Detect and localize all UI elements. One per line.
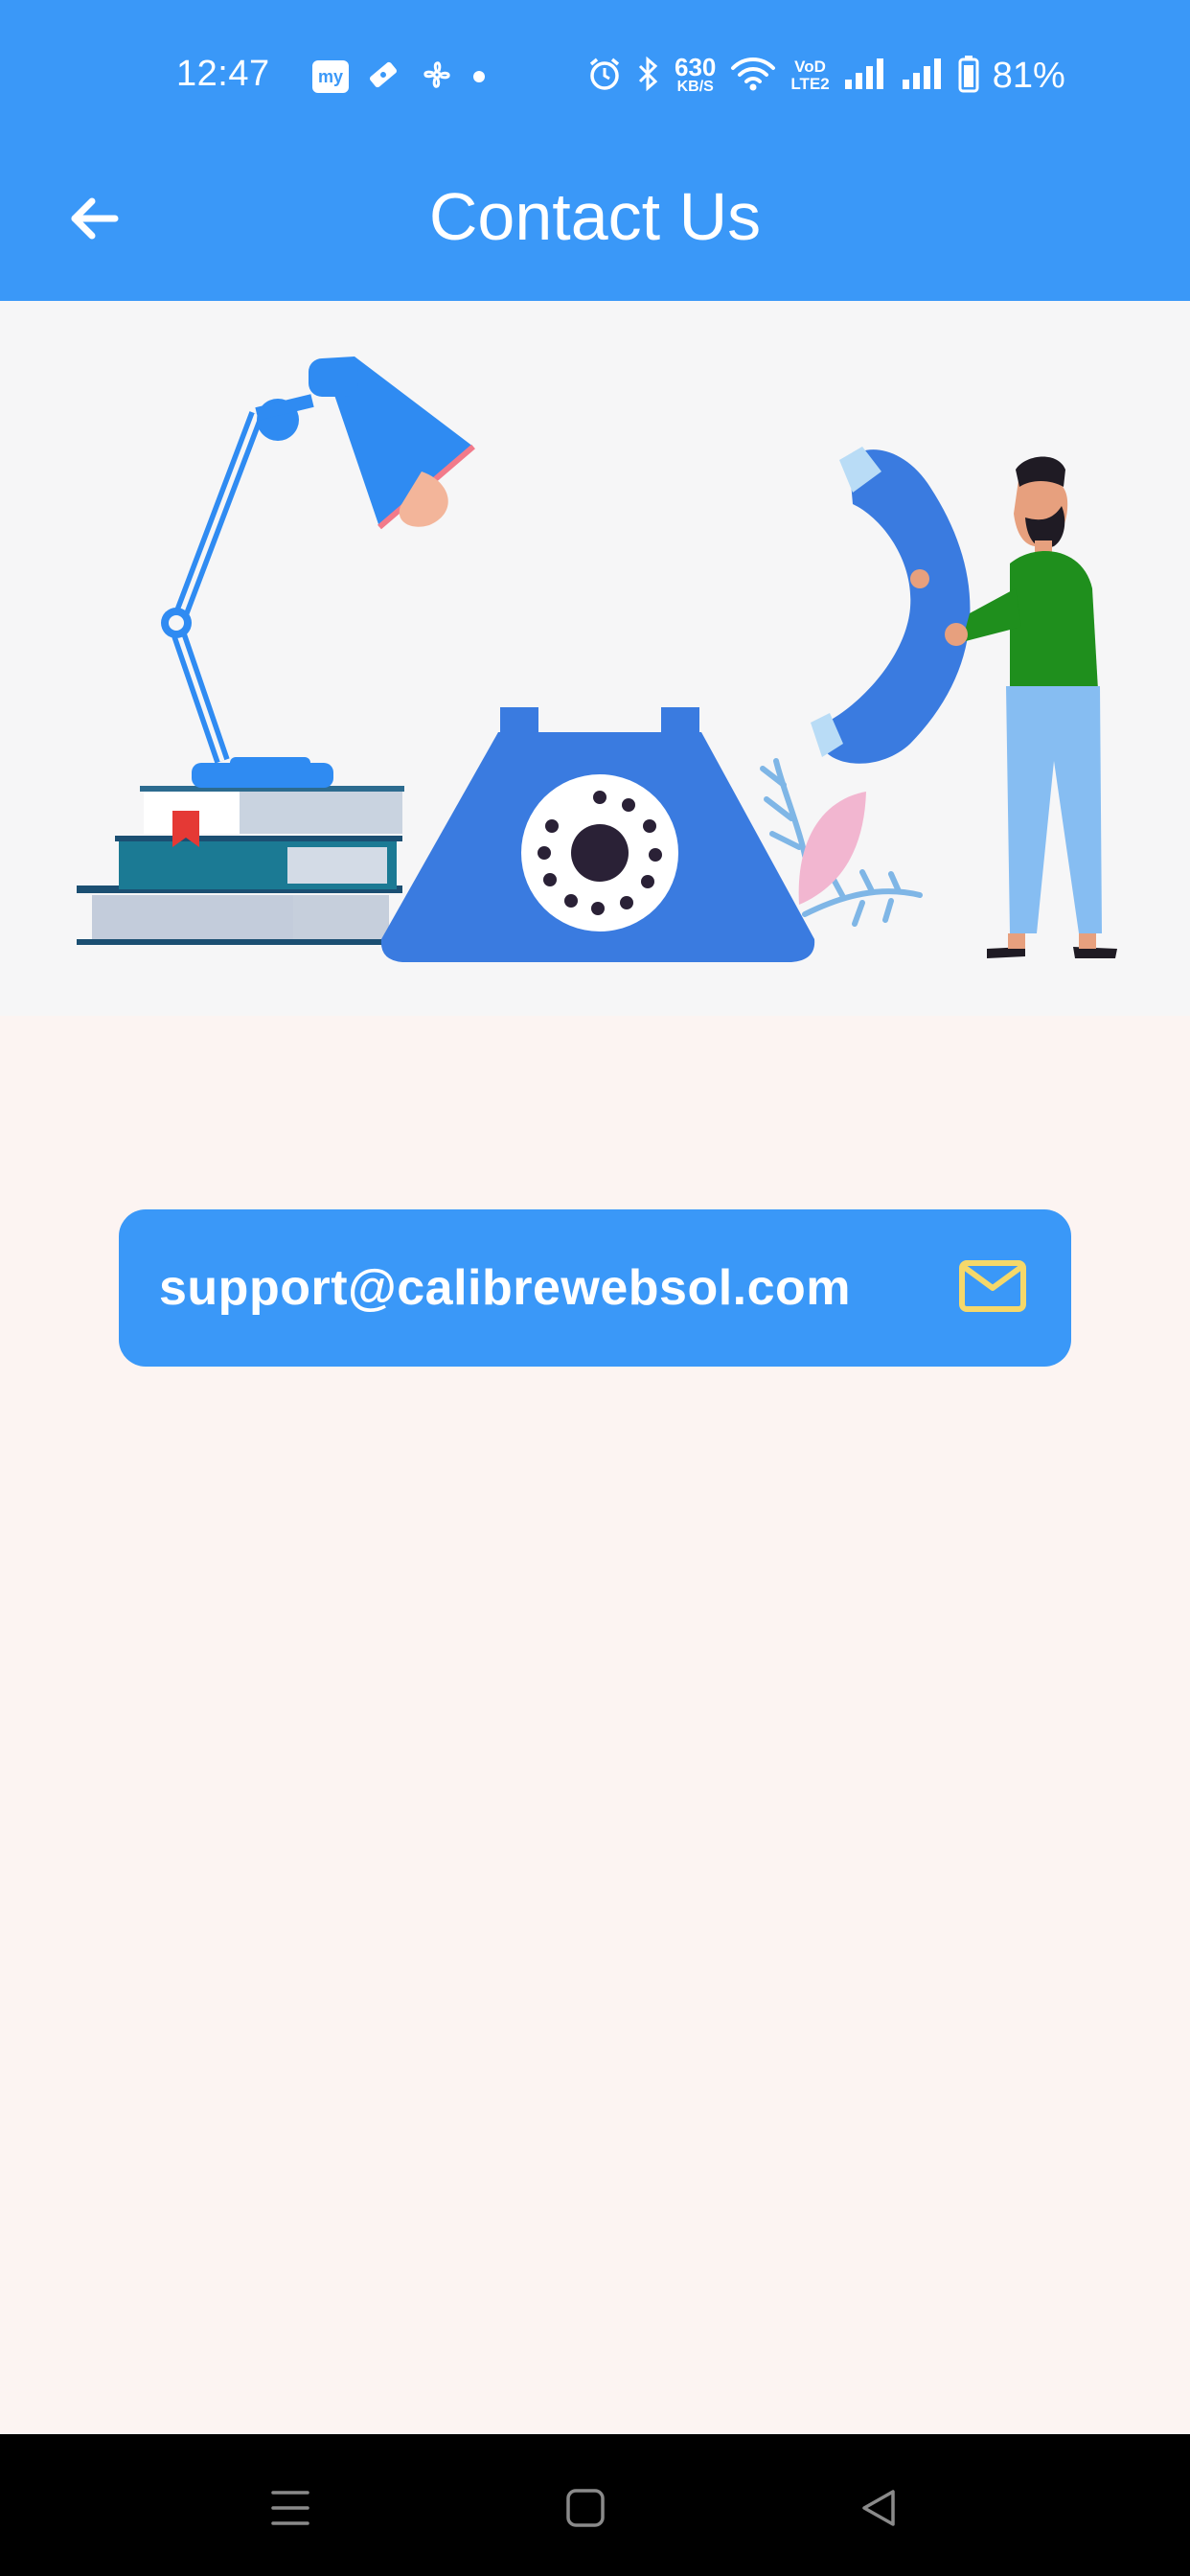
home-icon [563, 2486, 607, 2535]
wifi-icon [729, 55, 777, 98]
volte-indicator: VoD LTE2 [790, 58, 830, 93]
battery-icon [958, 55, 979, 98]
notification-dot [473, 71, 485, 82]
my-app-icon: my [312, 60, 349, 93]
status-left-icons: my [312, 56, 485, 98]
bluetooth-icon [636, 56, 661, 97]
mail-icon [958, 1259, 1027, 1318]
contact-illustration-graphic [77, 356, 1117, 962]
app-bar: Contact Us [0, 163, 1190, 288]
signal-icon [843, 57, 887, 96]
contact-illustration [0, 301, 1190, 1016]
back-triangle-icon [857, 2486, 901, 2535]
status-bar: 12:47 my 630 KB/S VoD LTE2 81% [0, 38, 1190, 115]
home-button[interactable] [552, 2476, 619, 2543]
handset-illustration [811, 447, 971, 764]
status-right-icons: 630 KB/S VoD LTE2 81% [586, 52, 1065, 100]
system-navigation-bar [0, 2434, 1190, 2576]
telephone-illustration [380, 707, 815, 962]
menu-icon [267, 2487, 313, 2534]
recent-apps-button[interactable] [257, 2476, 324, 2543]
ticket-icon [366, 58, 400, 97]
net-speed: 630 KB/S [675, 53, 717, 95]
page-title: Contact Us [428, 179, 762, 254]
email-address: support@calibrewebsol.com [159, 1260, 852, 1316]
alarm-icon [586, 56, 623, 97]
books-illustration [77, 786, 404, 945]
back-nav-button[interactable] [845, 2476, 912, 2543]
fan-icon [418, 56, 456, 99]
status-time: 12:47 [176, 54, 270, 94]
lamp-illustration [161, 356, 475, 788]
battery-percent: 81% [992, 55, 1065, 96]
signal-icon [901, 57, 945, 96]
email-contact-button[interactable]: support@calibrewebsol.com [119, 1209, 1071, 1367]
